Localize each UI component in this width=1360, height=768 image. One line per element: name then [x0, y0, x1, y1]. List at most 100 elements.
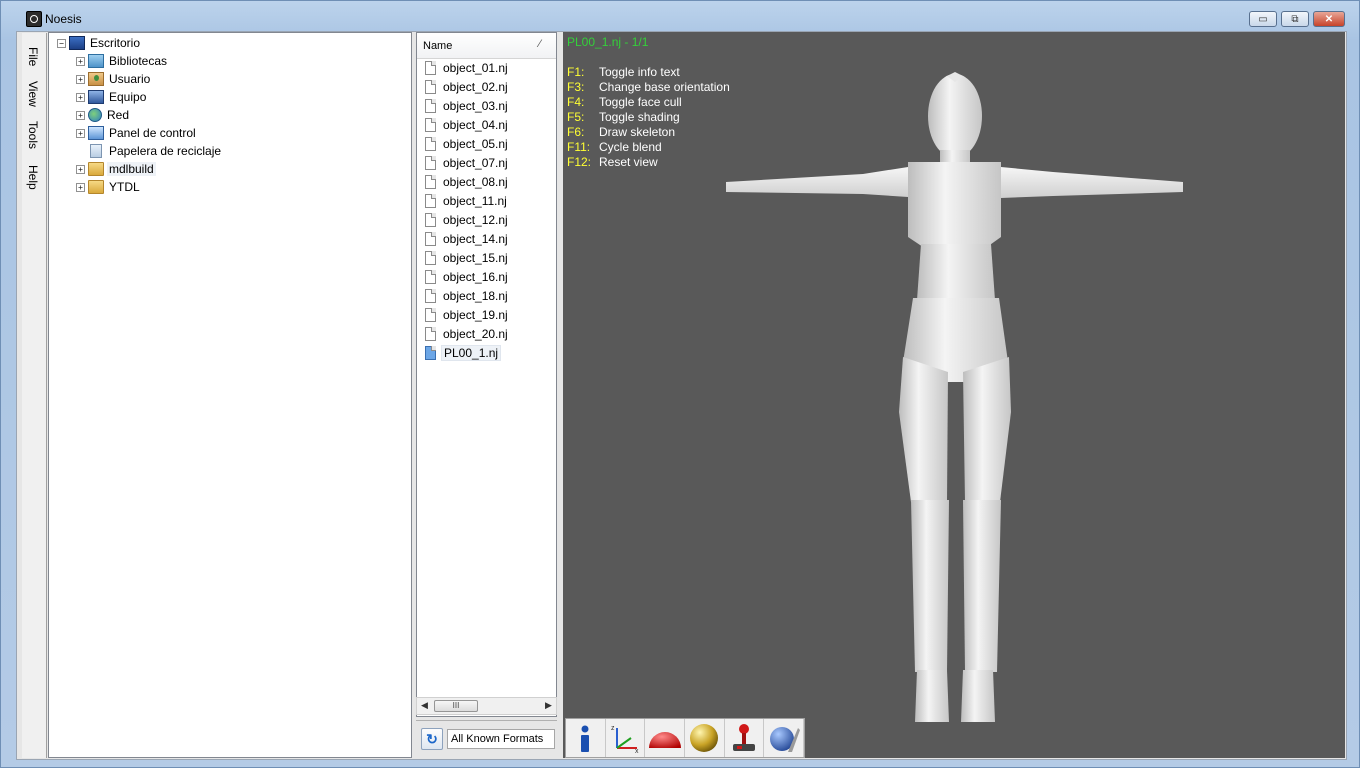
- file-icon: [425, 194, 436, 208]
- blend-button[interactable]: [764, 719, 805, 757]
- model-viewport[interactable]: PL00_1.nj - 1/1 F1: Toggle info text F3: C…: [563, 32, 1345, 758]
- file-icon: [425, 156, 436, 170]
- expand-icon[interactable]: +: [76, 182, 85, 192]
- file-name: object_19.nj: [443, 308, 508, 322]
- key-label: F4:: [567, 95, 585, 109]
- control-panel-icon: [88, 126, 104, 140]
- expand-icon[interactable]: +: [76, 56, 85, 66]
- collapse-icon[interactable]: −: [57, 38, 66, 48]
- file-icon: [425, 213, 436, 227]
- file-item[interactable]: object_02.nj: [425, 78, 510, 96]
- file-name: object_18.nj: [443, 289, 508, 303]
- dome-icon: [648, 732, 681, 748]
- key-label: F6:: [567, 125, 585, 139]
- sphere-icon: [690, 724, 719, 752]
- file-item[interactable]: object_05.nj: [425, 135, 510, 153]
- file-name: object_20.nj: [443, 327, 508, 341]
- computer-icon: [88, 90, 104, 104]
- tree-item-label: Red: [107, 108, 130, 122]
- file-name: object_02.nj: [443, 80, 508, 94]
- key-description: Toggle info text: [599, 65, 680, 79]
- close-button[interactable]: ✕: [1313, 11, 1345, 27]
- file-item[interactable]: object_16.nj: [425, 268, 510, 286]
- tree-item-label: Papelera de reciclaje: [109, 144, 222, 158]
- tree-item-label: Equipo: [109, 90, 147, 104]
- file-item[interactable]: object_03.nj: [425, 97, 510, 115]
- sort-indicator-icon: ⁄: [539, 38, 541, 50]
- key-description: Change base orientation: [599, 80, 730, 94]
- file-icon: [425, 137, 436, 151]
- file-item[interactable]: object_20.nj: [425, 325, 510, 343]
- expand-icon[interactable]: +: [76, 92, 85, 102]
- tab-view[interactable]: View: [26, 81, 40, 107]
- tree-item-escritorio[interactable]: − Escritorio: [57, 35, 142, 51]
- expand-icon[interactable]: +: [76, 74, 85, 84]
- name-column-header[interactable]: Name ⁄: [417, 33, 556, 59]
- svg-text:z: z: [611, 725, 615, 732]
- file-item[interactable]: object_08.nj: [425, 173, 510, 191]
- file-name: object_03.nj: [443, 99, 508, 113]
- refresh-button[interactable]: ↻: [421, 728, 443, 750]
- axis-button[interactable]: z x: [606, 719, 646, 757]
- file-item[interactable]: object_19.nj: [425, 306, 510, 324]
- info-button[interactable]: [566, 719, 606, 757]
- expand-icon[interactable]: +: [76, 164, 85, 174]
- noesis-app-icon: [26, 11, 42, 27]
- sidebar-tabs: File View Tools Help: [22, 33, 47, 758]
- tree-item-red[interactable]: + Red: [76, 107, 131, 123]
- file-item[interactable]: object_07.nj: [425, 154, 510, 172]
- key-label: F3:: [567, 80, 585, 94]
- tab-help[interactable]: Help: [26, 165, 40, 190]
- column-header-label: Name: [423, 40, 453, 52]
- recycle-bin-icon: [90, 144, 102, 158]
- scrollbar-thumb[interactable]: III: [434, 700, 478, 712]
- file-icon: [425, 175, 436, 189]
- key-description: Toggle shading: [599, 110, 680, 124]
- file-item[interactable]: object_18.nj: [425, 287, 510, 305]
- face-cull-button[interactable]: [645, 719, 686, 757]
- character-model: [726, 72, 1183, 722]
- file-name: object_08.nj: [443, 175, 508, 189]
- tree-item-usuario[interactable]: + Usuario: [76, 71, 152, 87]
- file-name: object_15.nj: [443, 251, 508, 265]
- tree-item-papelera[interactable]: Papelera de reciclaje: [76, 143, 223, 159]
- skeleton-button[interactable]: [725, 719, 765, 757]
- tree-item-ytdl[interactable]: + YTDL: [76, 179, 142, 195]
- file-name: PL00_1.nj: [441, 345, 502, 361]
- scroll-left-icon[interactable]: ◀: [421, 700, 428, 711]
- minimize-button[interactable]: ▭: [1249, 11, 1277, 27]
- file-name: object_14.nj: [443, 232, 508, 246]
- file-item[interactable]: object_12.nj: [425, 211, 510, 229]
- tree-item-equipo[interactable]: + Equipo: [76, 89, 148, 105]
- file-item[interactable]: object_15.nj: [425, 249, 510, 267]
- tree-item-panel-de-control[interactable]: + Panel de control: [76, 125, 198, 141]
- title-bar[interactable]: Noesis ▭ ⧉ ✕: [1, 1, 1359, 33]
- file-item[interactable]: object_11.nj: [425, 192, 509, 210]
- tree-item-mdlbuild[interactable]: + mdlbuild: [76, 161, 156, 177]
- file-name: object_11.nj: [443, 194, 507, 208]
- folder-icon: [88, 180, 104, 194]
- shading-button[interactable]: [685, 719, 725, 757]
- tab-file[interactable]: File: [26, 47, 40, 66]
- file-item[interactable]: object_04.nj: [425, 116, 510, 134]
- key-description: Toggle face cull: [599, 95, 682, 109]
- file-item[interactable]: object_14.nj: [425, 230, 510, 248]
- scroll-right-icon[interactable]: ▶: [545, 700, 552, 711]
- tree-item-bibliotecas[interactable]: + Bibliotecas: [76, 53, 169, 69]
- key-label: F12:: [567, 155, 592, 169]
- folder-tree[interactable]: − Escritorio + Bibliotecas + Usuario + E…: [48, 32, 412, 758]
- file-item-selected[interactable]: PL00_1.nj: [425, 344, 502, 362]
- expand-icon[interactable]: +: [76, 128, 85, 138]
- file-list-horizontal-scrollbar[interactable]: ◀ III ▶: [416, 697, 557, 715]
- file-item[interactable]: object_01.nj: [425, 59, 510, 77]
- file-icon: [425, 251, 436, 265]
- file-list[interactable]: Name ⁄ object_01.nj object_02.nj object_…: [416, 32, 557, 717]
- file-name: object_05.nj: [443, 137, 508, 151]
- tab-tools[interactable]: Tools: [26, 121, 40, 149]
- maximize-button[interactable]: ⧉: [1281, 11, 1309, 27]
- viewport-title: PL00_1.nj - 1/1: [567, 35, 649, 49]
- format-filter-select[interactable]: All Known Formats: [447, 729, 555, 749]
- format-bar: ↻ All Known Formats: [416, 720, 557, 758]
- expand-icon[interactable]: +: [76, 110, 85, 120]
- globe-wand-icon: [769, 727, 800, 752]
